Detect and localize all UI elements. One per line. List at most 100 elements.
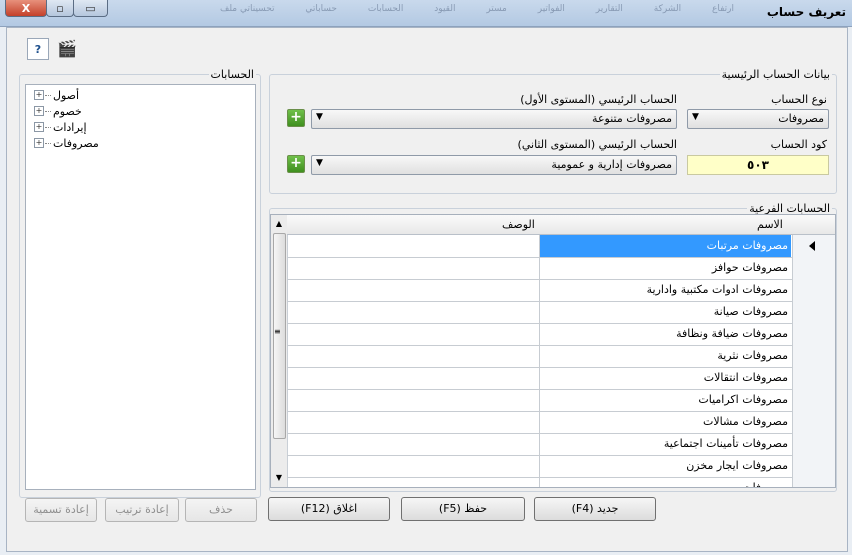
row-selector[interactable] bbox=[792, 301, 835, 323]
plus-icon: + bbox=[290, 155, 302, 171]
window-title: تعريف حساب bbox=[766, 5, 846, 19]
account-type-label: نوع الحساب bbox=[771, 93, 827, 106]
scroll-down-icon[interactable]: ▼ bbox=[271, 471, 287, 485]
account-code-field[interactable]: ٥٠٣ bbox=[687, 155, 829, 175]
account-type-select[interactable]: مصروفات ▼ bbox=[687, 109, 829, 129]
row-selector[interactable] bbox=[792, 345, 835, 367]
cell-desc[interactable] bbox=[287, 389, 540, 411]
cell-name[interactable]: مصروفات ضيافة ونظافة bbox=[540, 323, 791, 345]
row-selector[interactable] bbox=[792, 433, 835, 455]
tree-node-liabilities[interactable]: خصوم + bbox=[32, 103, 82, 119]
cell-desc[interactable] bbox=[287, 235, 540, 257]
cell-name[interactable]: مصروفات ... bbox=[540, 477, 791, 487]
new-f4-button[interactable]: جديد (F4) bbox=[534, 497, 656, 521]
table-row[interactable]: مصروفات صيانة bbox=[287, 301, 835, 324]
cell-desc[interactable] bbox=[287, 345, 540, 367]
tree-node-revenues[interactable]: إيرادات + bbox=[32, 119, 87, 135]
cell-desc[interactable] bbox=[287, 433, 540, 455]
cell-name[interactable]: مصروفات ادوات مكتبية وادارية bbox=[540, 279, 791, 301]
expand-icon[interactable]: + bbox=[34, 138, 44, 148]
table-row[interactable]: مصروفات اكراميات bbox=[287, 389, 835, 412]
save-f5-button[interactable]: حفظ (F5) bbox=[401, 497, 525, 521]
column-header-name[interactable]: الاسم bbox=[757, 218, 783, 231]
minimize-window-button[interactable]: ▭ bbox=[73, 0, 108, 17]
cell-name[interactable]: مصروفات مشالات bbox=[540, 411, 791, 433]
sub-accounts-grid[interactable]: ▲ ≡ ▼ الوصف الاسم مصروفات مرتبات مصروفات … bbox=[270, 214, 836, 488]
row-selector[interactable] bbox=[792, 367, 835, 389]
cell-desc[interactable] bbox=[287, 477, 540, 487]
table-row[interactable]: مصروفات تأمينات اجتماعية bbox=[287, 433, 835, 456]
main-account-group: بيانات الحساب الرئيسية bbox=[269, 68, 837, 194]
row-selector[interactable] bbox=[792, 455, 835, 477]
row-selector[interactable] bbox=[792, 279, 835, 301]
cell-desc[interactable] bbox=[287, 279, 540, 301]
scroll-thumb[interactable] bbox=[273, 233, 286, 439]
grid-header: الوصف الاسم bbox=[287, 215, 835, 235]
expand-icon[interactable]: + bbox=[34, 90, 44, 100]
table-row[interactable]: مصروفات مشالات bbox=[287, 411, 835, 434]
cell-desc[interactable] bbox=[287, 455, 540, 477]
cell-name[interactable]: مصروفات مرتبات bbox=[540, 235, 791, 257]
chevron-down-icon: ▼ bbox=[316, 112, 323, 122]
level2-select[interactable]: مصروفات إدارية و عمومية ▼ bbox=[311, 155, 677, 175]
level1-label: الحساب الرئيسي (المستوى الأول) bbox=[520, 93, 677, 106]
main-account-legend: بيانات الحساب الرئيسية bbox=[721, 68, 830, 81]
help-icon[interactable]: ? bbox=[27, 38, 49, 60]
plus-icon: + bbox=[290, 109, 302, 125]
table-row[interactable]: مصروفات ... bbox=[287, 477, 835, 487]
table-row[interactable]: مصروفات ضيافة ونظافة bbox=[287, 323, 835, 346]
cell-desc[interactable] bbox=[287, 367, 540, 389]
table-row[interactable]: مصروفات حوافز bbox=[287, 257, 835, 280]
background-app-strip: ارتفاع الشركة التقارير الفواتير مستر الق… bbox=[220, 4, 734, 14]
cell-name[interactable]: مصروفات ايجار مخزن bbox=[540, 455, 791, 477]
maximize-window-button[interactable]: ▫ bbox=[46, 0, 74, 17]
expand-icon[interactable]: + bbox=[34, 106, 44, 116]
close-f12-button[interactable]: اغلاق (F12) bbox=[268, 497, 390, 521]
add-level2-button[interactable]: + bbox=[287, 155, 305, 173]
table-row[interactable]: مصروفات انتقالات bbox=[287, 367, 835, 390]
cell-name[interactable]: مصروفات حوافز bbox=[540, 257, 791, 279]
cell-name[interactable]: مصروفات انتقالات bbox=[540, 367, 791, 389]
level2-label: الحساب الرئيسي (المستوى الثاني) bbox=[517, 138, 677, 151]
cell-desc[interactable] bbox=[287, 323, 540, 345]
scroll-grip-icon: ≡ bbox=[274, 327, 281, 336]
account-code-label: كود الحساب bbox=[770, 138, 827, 151]
level1-select[interactable]: مصروفات متنوعة ▼ bbox=[311, 109, 677, 129]
video-tutorial-icon[interactable]: 🎬 bbox=[57, 38, 77, 58]
cell-name[interactable]: مصروفات اكراميات bbox=[540, 389, 791, 411]
current-row-icon bbox=[809, 241, 815, 251]
chevron-down-icon: ▼ bbox=[692, 112, 699, 122]
row-selector[interactable] bbox=[792, 257, 835, 279]
row-selector[interactable] bbox=[792, 235, 835, 257]
add-level1-button[interactable]: + bbox=[287, 109, 305, 127]
title-bar: ارتفاع الشركة التقارير الفواتير مستر الق… bbox=[0, 0, 852, 27]
cell-desc[interactable] bbox=[287, 257, 540, 279]
row-selector[interactable] bbox=[792, 323, 835, 345]
grid-vertical-scrollbar[interactable]: ▲ ≡ ▼ bbox=[271, 215, 288, 487]
close-window-button[interactable]: X bbox=[5, 0, 47, 17]
rename-button[interactable]: إعادة تسمية bbox=[25, 498, 97, 522]
cell-desc[interactable] bbox=[287, 301, 540, 323]
chevron-down-icon: ▼ bbox=[316, 158, 323, 168]
row-selector[interactable] bbox=[792, 389, 835, 411]
table-row[interactable]: مصروفات نثرية bbox=[287, 345, 835, 368]
row-selector[interactable] bbox=[792, 411, 835, 433]
cell-name[interactable]: مصروفات صيانة bbox=[540, 301, 791, 323]
expand-icon[interactable]: + bbox=[34, 122, 44, 132]
column-header-desc[interactable]: الوصف bbox=[502, 218, 535, 231]
reorder-button[interactable]: إعادة ترتيب bbox=[105, 498, 179, 522]
cell-desc[interactable] bbox=[287, 411, 540, 433]
table-row[interactable]: مصروفات ايجار مخزن bbox=[287, 455, 835, 478]
accounts-tree[interactable]: أصول + خصوم + إيرادات + مصروفات + bbox=[25, 84, 256, 490]
minimize-icon: ▭ bbox=[85, 1, 96, 15]
table-row[interactable]: مصروفات مرتبات bbox=[287, 235, 835, 258]
scroll-up-icon[interactable]: ▲ bbox=[271, 217, 287, 231]
row-selector[interactable] bbox=[792, 477, 835, 487]
cell-name[interactable]: مصروفات نثرية bbox=[540, 345, 791, 367]
tree-node-expenses[interactable]: مصروفات + bbox=[32, 135, 99, 151]
accounts-tree-legend: الحسابات bbox=[210, 68, 254, 81]
delete-button[interactable]: حذف bbox=[185, 498, 257, 522]
tree-node-assets[interactable]: أصول + bbox=[32, 87, 79, 103]
table-row[interactable]: مصروفات ادوات مكتبية وادارية bbox=[287, 279, 835, 302]
cell-name[interactable]: مصروفات تأمينات اجتماعية bbox=[540, 433, 791, 455]
